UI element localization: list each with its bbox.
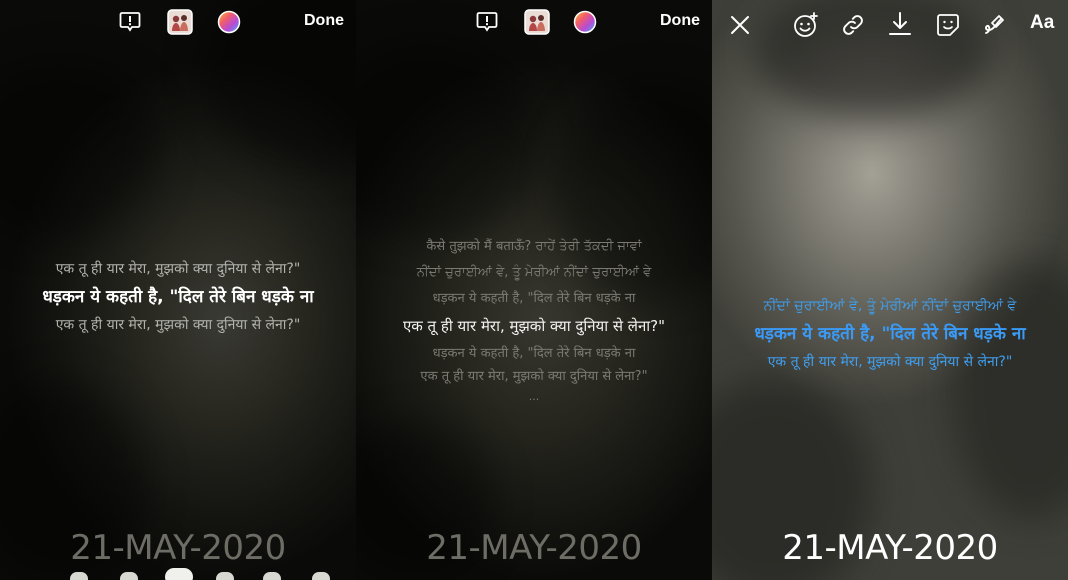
close-icon[interactable] — [727, 12, 753, 38]
lyric-line: धड़कन ये कहती है, "दिल तेरे बिन धड़के ना — [432, 291, 636, 306]
lyric-line-current: धड़कन ये कहती है, "दिल तेरे बिन धड़के ना — [42, 287, 314, 307]
top-toolbar: Done — [0, 0, 356, 44]
lyric-line: धड़कन ये कहती है, "दिल तेरे बिन धड़के ना — [432, 346, 636, 361]
font-style-selector[interactable] — [20, 568, 336, 580]
lyric-line-current: एक तू ही यार मेरा, मुझको क्या दुनिया से … — [402, 317, 666, 335]
lyric-line-previous: एक तू ही यार मेरा, मुझको क्या दुनिया से … — [55, 261, 301, 277]
lyric-line: कैसे तुझको मैं बताऊँ? ਰਾਹੇਂ ਤੇਰੀ ਤੱਕਦੀ ਜ… — [426, 239, 642, 254]
link-icon[interactable] — [839, 11, 867, 39]
report-icon[interactable] — [117, 9, 143, 35]
story-editor-panel-lyrics-style-1: Done एक तू ही यार मेरा, मुझको क्या दुनिय… — [0, 0, 356, 580]
background-shadow — [0, 60, 160, 240]
top-toolbar: Aa — [712, 0, 1068, 44]
done-button[interactable]: Done — [304, 12, 344, 30]
lyrics-block[interactable]: कैसे तुझको मैं बताऊँ? ਰਾਹੇਂ ਤੇਰੀ ਤੱਕਦੀ ਜ… — [376, 234, 692, 408]
album-art-thumbnail[interactable] — [167, 9, 193, 35]
sticker-icon[interactable] — [934, 11, 962, 39]
lyric-line: एक तू ही यार मेरा, मुझको क्या दुनिया से … — [420, 369, 648, 384]
date-sticker[interactable]: 21-MAY-2020 — [0, 528, 356, 568]
lyric-line-current: धड़कन ये कहती है, "दिल तेरे बिन धड़के ना — [754, 324, 1026, 344]
story-editor-panel-lyrics-style-2: Done कैसे तुझको मैं बताऊँ? ਰਾਹੇਂ ਤੇਰੀ ਤੱ… — [356, 0, 712, 580]
download-icon[interactable] — [886, 10, 914, 38]
album-art-thumbnail[interactable] — [524, 9, 550, 35]
lyric-line-next: एक तू ही यार मेरा, मुझको क्या दुनिया से … — [55, 317, 301, 333]
text-tool-button[interactable]: Aa — [1030, 12, 1054, 34]
story-editor-panel-placed: Aa ਨੀਂਦਾਂ ਚੁਰਾਈਆਂ ਵੇ, ਤੂੰ ਮੇਰੀਆਂ ਨੀਂਦਾਂ … — [712, 0, 1068, 580]
lyric-line-previous: ਨੀਂਦਾਂ ਚੁਰਾਈਆਂ ਵੇ, ਤੂੰ ਮੇਰੀਆਂ ਨੀਂਦਾਂ ਚੁਰ… — [763, 298, 1017, 314]
style-option[interactable] — [263, 572, 281, 580]
date-sticker[interactable]: 21-MAY-2020 — [356, 528, 712, 568]
date-sticker[interactable]: 21-MAY-2020 — [712, 528, 1068, 568]
draw-icon[interactable] — [981, 11, 1009, 39]
lyrics-block[interactable]: एक तू ही यार मेरा, मुझको क्या दुनिया से … — [20, 259, 336, 335]
emoji-sticker-icon[interactable] — [792, 11, 820, 39]
lyric-line-next: एक तू ही यार मेरा, मुझको क्या दुनिया से … — [767, 354, 1013, 370]
color-picker-icon[interactable] — [216, 9, 242, 35]
screenshot-collage: Done एक तू ही यार मेरा, मुझको क्या दुनिय… — [0, 0, 1068, 580]
style-option-selected[interactable] — [165, 568, 193, 580]
lyrics-sticker[interactable]: ਨੀਂਦਾਂ ਚੁਰਾਈਆਂ ਵੇ, ਤੂੰ ਮੇਰੀਆਂ ਨੀਂਦਾਂ ਚੁਰ… — [732, 296, 1048, 372]
lyric-ellipsis: ... — [528, 390, 540, 403]
background-shadow — [356, 40, 536, 240]
top-toolbar: Done — [356, 0, 712, 44]
style-option[interactable] — [70, 572, 88, 580]
color-picker-icon[interactable] — [572, 9, 598, 35]
style-option[interactable] — [312, 572, 330, 580]
style-option[interactable] — [216, 572, 234, 580]
report-icon[interactable] — [474, 9, 500, 35]
lyric-line: ਨੀਂਦਾਂ ਚੁਰਾਈਆਂ ਵੇ, ਤੂੰ ਮੇਰੀਆਂ ਨੀਂਦਾਂ ਚੁਰ… — [416, 265, 652, 280]
style-option[interactable] — [120, 572, 138, 580]
done-button[interactable]: Done — [660, 12, 700, 30]
